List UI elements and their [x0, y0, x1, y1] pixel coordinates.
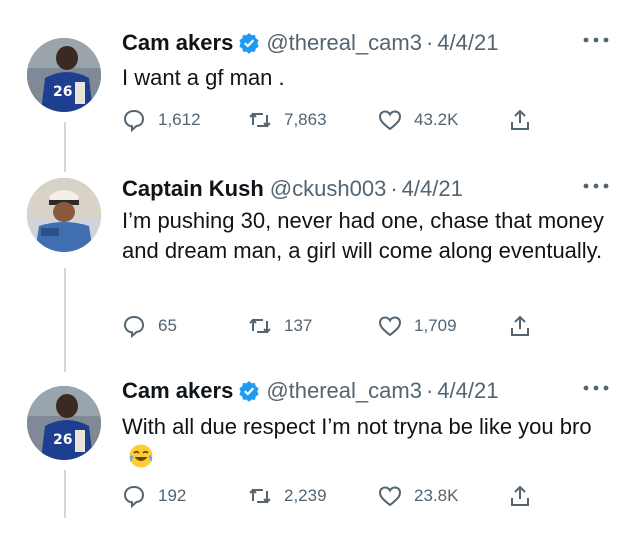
- tweet-text-wrap: With all due respect I’m not tryna be li…: [122, 412, 622, 472]
- tweet-header: Captain Kush @ckush003 · 4/4/21: [122, 176, 463, 202]
- retweet-icon: [249, 318, 271, 334]
- retweet-count: 137: [284, 316, 313, 335]
- timestamp[interactable]: 4/4/21: [437, 378, 498, 404]
- timestamp[interactable]: 4/4/21: [437, 30, 498, 56]
- heart-icon: [378, 316, 402, 337]
- separator: ·: [425, 30, 434, 55]
- tweet-header: Cam akers @thereal_cam3 · 4/4/21: [122, 30, 498, 56]
- avatar[interactable]: [27, 178, 101, 252]
- like-button[interactable]: 23.8K: [378, 484, 458, 508]
- thread-line: [64, 122, 66, 172]
- verified-badge-icon: [238, 380, 260, 402]
- more-options-icon[interactable]: [582, 182, 610, 190]
- retweet-button[interactable]: 137: [248, 314, 312, 338]
- more-options-icon[interactable]: [582, 36, 610, 44]
- reply-icon: [123, 109, 145, 132]
- like-button[interactable]: 1,709: [378, 314, 457, 338]
- like-button[interactable]: 43.2K: [378, 108, 458, 132]
- share-button[interactable]: [508, 314, 544, 338]
- heart-icon: [378, 486, 402, 507]
- face-with-tears-of-joy-icon: [128, 443, 154, 469]
- display-name[interactable]: Cam akers: [122, 30, 233, 56]
- separator: ·: [390, 176, 398, 201]
- tweet-header: Cam akers @thereal_cam3 · 4/4/21: [122, 378, 498, 404]
- thread-line: [64, 470, 66, 518]
- more-options-icon[interactable]: [582, 384, 610, 392]
- thread-line: [64, 268, 66, 372]
- verified-badge-icon: [238, 32, 260, 54]
- retweet-button[interactable]: 2,239: [248, 484, 327, 508]
- retweet-button[interactable]: 7,863: [248, 108, 327, 132]
- timestamp[interactable]: 4/4/21: [402, 176, 463, 202]
- reply-icon: [123, 485, 145, 508]
- display-name[interactable]: Cam akers: [122, 378, 233, 404]
- share-icon: [511, 315, 529, 336]
- reply-button[interactable]: 192: [122, 484, 186, 508]
- retweet-count: 7,863: [284, 110, 327, 129]
- reply-button[interactable]: 1,612: [122, 108, 201, 132]
- avatar[interactable]: 26: [27, 38, 101, 112]
- retweet-icon: [249, 112, 271, 128]
- svg-text:26: 26: [53, 432, 72, 448]
- reply-icon: [123, 315, 145, 338]
- handle[interactable]: @ckush003: [270, 176, 387, 202]
- reply-count: 1,612: [158, 110, 201, 129]
- share-icon: [511, 485, 529, 506]
- heart-icon: [378, 110, 402, 131]
- handle[interactable]: @thereal_cam3: [266, 378, 422, 404]
- handle[interactable]: @thereal_cam3: [266, 30, 422, 56]
- like-count: 1,709: [414, 316, 457, 335]
- retweet-count: 2,239: [284, 486, 327, 505]
- reply-count: 192: [158, 486, 187, 505]
- like-count: 23.8K: [414, 486, 459, 505]
- share-button[interactable]: [508, 484, 544, 508]
- svg-text:26: 26: [53, 84, 72, 100]
- retweet-icon: [249, 488, 271, 504]
- separator: ·: [425, 378, 434, 403]
- tweet-text: I’m pushing 30, never had one, chase tha…: [122, 208, 604, 263]
- reply-count: 65: [158, 316, 177, 335]
- tweet-text: With all due respect I’m not tryna be li…: [122, 414, 592, 439]
- share-button[interactable]: [508, 108, 544, 132]
- tweet-text: I want a gf man .: [122, 65, 285, 90]
- like-count: 43.2K: [414, 110, 459, 129]
- reply-button[interactable]: 65: [122, 314, 177, 338]
- display-name[interactable]: Captain Kush: [122, 176, 264, 202]
- share-icon: [511, 109, 529, 130]
- avatar[interactable]: 26: [27, 386, 101, 460]
